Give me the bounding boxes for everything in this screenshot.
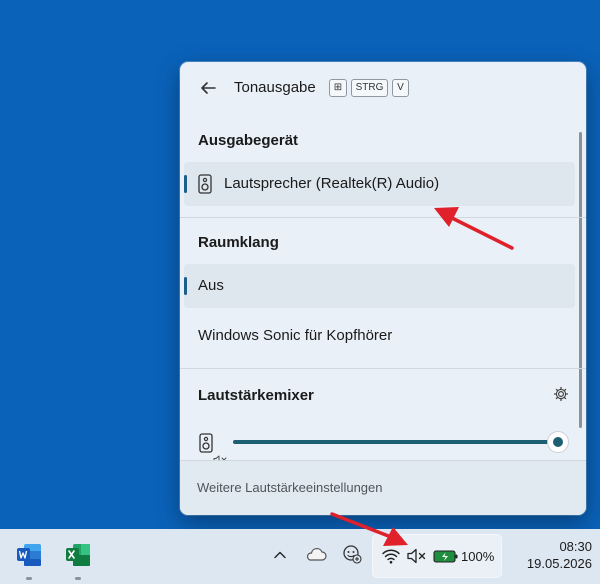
battery-percent: 100% xyxy=(461,549,495,564)
ctrl-key-badge: STRG xyxy=(351,79,388,97)
section-divider xyxy=(180,368,586,369)
speaker-icon xyxy=(198,174,212,194)
quick-settings-button[interactable]: 100% xyxy=(372,534,502,578)
spatial-option-label: Windows Sonic für Kopfhörer xyxy=(198,327,393,344)
more-volume-settings-link[interactable]: Weitere Lautstärkeeinstellungen xyxy=(197,480,383,495)
chevron-up-icon[interactable] xyxy=(273,548,287,562)
gear-icon[interactable] xyxy=(553,386,569,402)
selected-indicator xyxy=(184,175,187,193)
wifi-icon xyxy=(381,547,401,565)
taskbar: 100% 08:30 19.05.2026 xyxy=(0,529,600,584)
running-indicator xyxy=(75,577,81,580)
output-device-label: Lautsprecher (Realtek(R) Audio) xyxy=(224,175,440,192)
back-arrow-icon[interactable] xyxy=(196,76,220,100)
volume-mixer-heading: Lautstärkemixer xyxy=(198,387,314,404)
spatial-sound-heading: Raumklang xyxy=(198,234,279,251)
flyout-footer: Weitere Lautstärkeeinstellungen xyxy=(180,460,586,515)
spatial-option-label: Aus xyxy=(198,277,224,294)
output-device-heading: Ausgabegerät xyxy=(198,132,299,149)
section-divider xyxy=(180,217,586,218)
clock-date: 19.05.2026 xyxy=(526,556,592,571)
sound-output-flyout: Tonausgabe ⊞ STRG V Ausgabegerät Lautspr… xyxy=(180,62,586,515)
volume-slider-track[interactable] xyxy=(233,440,557,444)
flyout-title: Tonausgabe xyxy=(234,79,316,96)
battery-charging-icon xyxy=(433,547,459,565)
speaker-muted-icon xyxy=(406,547,428,565)
windows-key-badge: ⊞ xyxy=(329,79,347,97)
clock-time: 08:30 xyxy=(559,539,592,554)
word-icon[interactable] xyxy=(16,542,42,568)
spatial-option-windows-sonic[interactable]: Windows Sonic für Kopfhörer xyxy=(184,314,575,358)
flyout-header: Tonausgabe ⊞ STRG V xyxy=(180,62,586,114)
speaker-device-icon[interactable] xyxy=(199,433,213,453)
spatial-option-off[interactable]: Aus xyxy=(184,264,575,308)
v-key-badge: V xyxy=(392,79,409,97)
selected-indicator xyxy=(184,277,187,295)
clock[interactable]: 08:30 19.05.2026 xyxy=(512,538,592,572)
excel-icon[interactable] xyxy=(65,542,91,568)
onedrive-cloud-icon[interactable] xyxy=(305,546,327,562)
volume-slider-thumb[interactable] xyxy=(547,431,569,453)
flyout-scrollbar[interactable] xyxy=(579,132,582,428)
copilot-icon[interactable] xyxy=(342,544,362,564)
output-device-item[interactable]: Lautsprecher (Realtek(R) Audio) xyxy=(184,162,575,206)
running-indicator xyxy=(26,577,32,580)
